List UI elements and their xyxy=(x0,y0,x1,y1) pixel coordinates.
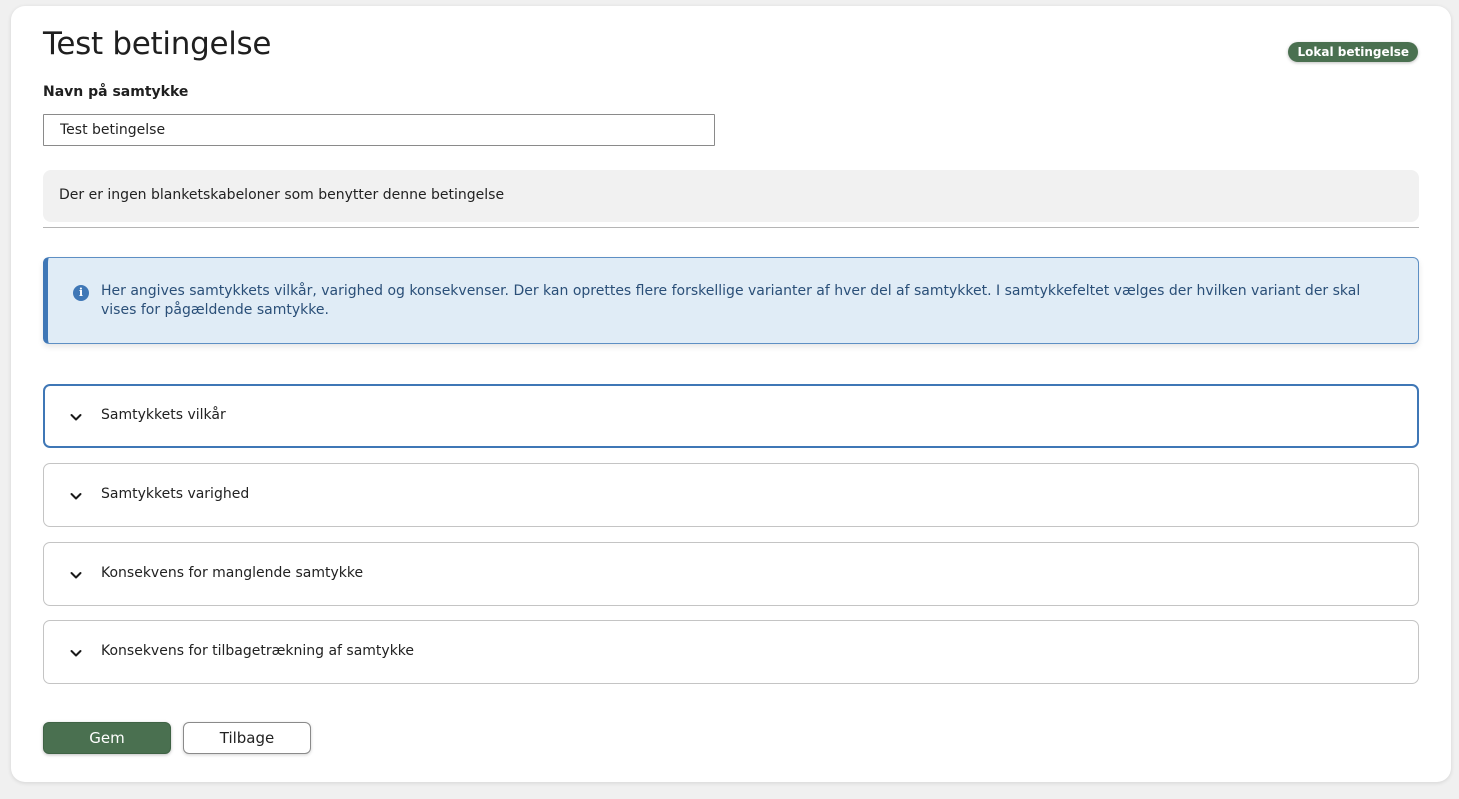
accordion-label: Konsekvens for manglende samtykke xyxy=(101,565,364,581)
usage-notice: Der er ingen blanketskabeloner som benyt… xyxy=(43,170,1419,222)
accordion-label: Samtykkets vilkår xyxy=(101,407,226,423)
accordion-samtykkets-vilkaar[interactable]: Samtykkets vilkår xyxy=(43,384,1419,448)
save-button[interactable]: Gem xyxy=(43,722,171,754)
chevron-down-icon xyxy=(70,414,82,421)
usage-notice-text: Der er ingen blanketskabeloner som benyt… xyxy=(59,187,505,203)
accordion-label: Samtykkets varighed xyxy=(101,486,250,502)
section-divider xyxy=(43,227,1419,228)
consent-name-input[interactable] xyxy=(43,114,715,146)
info-icon: i xyxy=(73,285,89,301)
chevron-down-icon xyxy=(70,572,82,579)
accordion-samtykkets-varighed[interactable]: Samtykkets varighed xyxy=(43,463,1419,527)
consent-condition-card: Test betingelse Lokal betingelse Navn på… xyxy=(11,6,1451,782)
consent-name-label: Navn på samtykke xyxy=(43,84,189,100)
chevron-down-icon xyxy=(70,650,82,657)
status-badge: Lokal betingelse xyxy=(1288,42,1418,62)
info-alert-text: Her angives samtykkets vilkår, varighed … xyxy=(101,283,1361,318)
info-alert: i Her angives samtykkets vilkår, varighe… xyxy=(43,257,1419,344)
back-button[interactable]: Tilbage xyxy=(183,722,311,754)
accordion-konsekvens-tilbagetraekning[interactable]: Konsekvens for tilbagetrækning af samtyk… xyxy=(43,620,1419,684)
page-title: Test betingelse xyxy=(43,26,272,62)
accordion-label: Konsekvens for tilbagetrækning af samtyk… xyxy=(101,643,415,659)
chevron-down-icon xyxy=(70,493,82,500)
accordion-konsekvens-manglende[interactable]: Konsekvens for manglende samtykke xyxy=(43,542,1419,606)
